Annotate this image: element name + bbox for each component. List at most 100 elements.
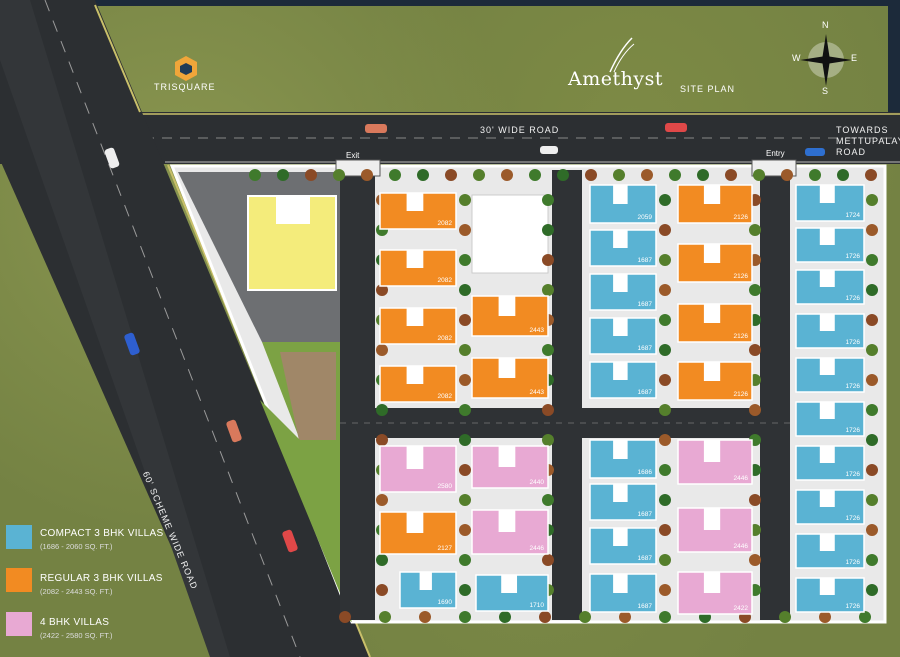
tree-icon <box>619 611 631 623</box>
tree-icon <box>613 169 625 181</box>
tree-icon <box>579 611 591 623</box>
legend-compact-sub: (1686 - 2060 SQ. FT.) <box>40 542 113 551</box>
tree-icon <box>753 169 765 181</box>
tree-icon <box>376 584 388 596</box>
tree-icon <box>501 169 513 181</box>
plot-area-label: 1687 <box>638 603 653 610</box>
compass-w: W <box>792 53 801 63</box>
tree-icon <box>866 284 878 296</box>
tree-icon <box>529 169 541 181</box>
villa-courtyard <box>703 244 721 263</box>
plot-area-label: 2446 <box>734 475 749 482</box>
tree-icon <box>277 169 289 181</box>
villa-courtyard <box>819 490 835 507</box>
open-space <box>471 194 549 274</box>
villa-courtyard <box>613 574 628 593</box>
tree-icon <box>459 524 471 536</box>
tree-icon <box>379 611 391 623</box>
towards-label: TOWARDS METTUPALAYAM ROAD <box>836 125 900 157</box>
plot-area-label: 2446 <box>734 543 749 550</box>
villa-courtyard <box>703 362 721 381</box>
plot-area-label: 1726 <box>846 471 861 478</box>
tree-icon <box>376 554 388 566</box>
plan-title: SITE PLAN <box>680 84 736 94</box>
tree-icon <box>866 224 878 236</box>
tree-icon <box>659 554 671 566</box>
plot-area-label: 1726 <box>846 253 861 260</box>
tree-icon <box>659 434 671 446</box>
tree-icon <box>361 169 373 181</box>
tree-icon <box>542 224 554 236</box>
plot-area-label: 1687 <box>638 555 653 562</box>
plot-area-label: 2126 <box>734 391 749 398</box>
plot-area-label: 1726 <box>846 603 861 610</box>
developer-name: TRISQUARE <box>154 82 216 92</box>
villa-courtyard <box>819 270 835 287</box>
tree-icon <box>499 611 511 623</box>
tree-icon <box>866 554 878 566</box>
plot-area-label: 1686 <box>638 469 653 476</box>
exit-gate-label: Exit <box>346 151 360 160</box>
plot-area-label: 2082 <box>438 393 453 400</box>
tree-icon <box>542 434 554 446</box>
villa-courtyard <box>819 402 835 419</box>
plot-area-label: 2126 <box>734 333 749 340</box>
tree-icon <box>659 584 671 596</box>
tree-icon <box>333 169 345 181</box>
plot-area-label: 2082 <box>438 220 453 227</box>
tree-icon <box>866 494 878 506</box>
tree-icon <box>659 284 671 296</box>
tree-icon <box>542 404 554 416</box>
tree-icon <box>866 434 878 446</box>
tree-icon <box>749 554 761 566</box>
tree-icon <box>659 404 671 416</box>
plot-area-label: 2580 <box>438 483 453 490</box>
villa-courtyard <box>613 274 628 292</box>
tree-icon <box>542 194 554 206</box>
site-plan-map: { "header": { "developer": "TRISQUARE", … <box>0 0 900 657</box>
plot-area-label: 1726 <box>846 339 861 346</box>
tree-icon <box>866 524 878 536</box>
plot-area-label: 1687 <box>638 511 653 518</box>
entry-gate-label: Entry <box>766 149 785 158</box>
tree-icon <box>389 169 401 181</box>
map-canvas: 2082 2082 2082 2082 2443 2443 2059 1687 1687 1687… <box>0 0 900 657</box>
villa-courtyard <box>406 512 424 533</box>
tree-icon <box>376 494 388 506</box>
legend-4bhk-title: 4 BHK VILLAS <box>40 617 110 628</box>
tree-icon <box>459 374 471 386</box>
villa-courtyard <box>406 250 424 268</box>
legend-swatch-4bhk <box>6 612 32 636</box>
tree-icon <box>417 169 429 181</box>
tree-icon <box>249 169 261 181</box>
tree-icon <box>659 464 671 476</box>
tree-icon <box>459 464 471 476</box>
villa-courtyard <box>498 358 516 378</box>
tree-icon <box>749 224 761 236</box>
tree-icon <box>542 254 554 266</box>
tree-icon <box>539 611 551 623</box>
tree-icon <box>659 494 671 506</box>
trisquare-logo <box>175 56 197 81</box>
plot-area-label: 1726 <box>846 383 861 390</box>
tree-icon <box>419 611 431 623</box>
tree-icon <box>459 224 471 236</box>
villa-courtyard <box>419 572 432 590</box>
plot-area-label: 1687 <box>638 389 653 396</box>
villa-courtyard <box>819 578 835 595</box>
compass-e: E <box>851 53 858 63</box>
villa-courtyard <box>703 508 721 530</box>
top-road-label: 30' WIDE ROAD <box>480 125 560 135</box>
tree-icon <box>557 169 569 181</box>
plot-area-label: 2126 <box>734 273 749 280</box>
tree-icon <box>445 169 457 181</box>
villa-courtyard <box>819 446 835 463</box>
villa-courtyard <box>613 318 628 336</box>
tree-icon <box>659 224 671 236</box>
villa-courtyard <box>819 534 835 551</box>
tree-icon <box>459 494 471 506</box>
tree-icon <box>819 611 831 623</box>
compass-n: N <box>822 20 829 30</box>
tree-icon <box>659 194 671 206</box>
tree-icon <box>866 584 878 596</box>
